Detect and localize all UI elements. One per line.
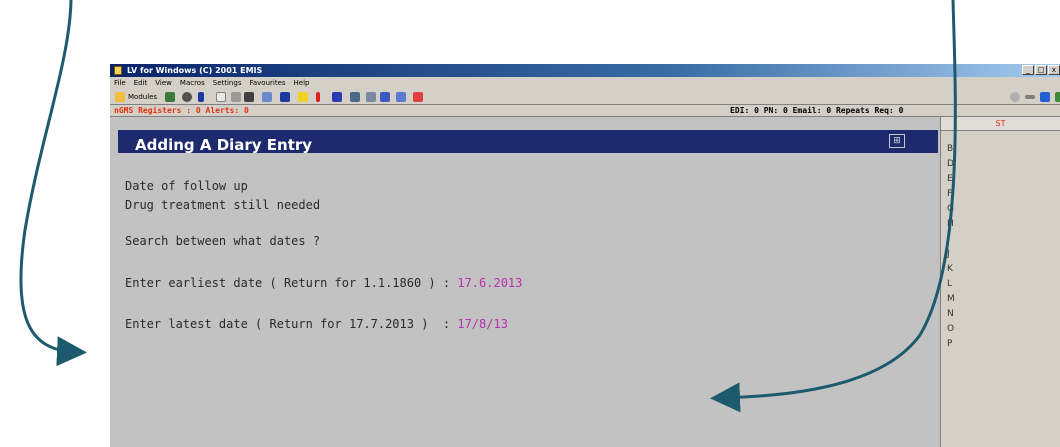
annotation-arrow-right — [710, 0, 957, 413]
